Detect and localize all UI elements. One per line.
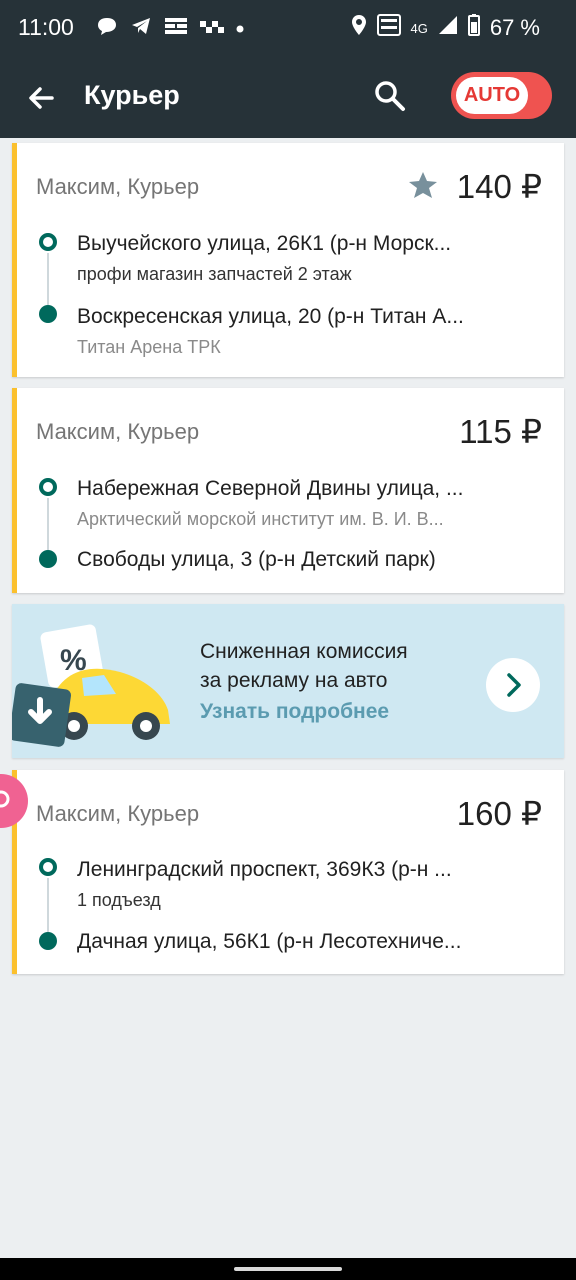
promo-banner[interactable]: % Сниженная комиссия за рекламу на авто … [12, 604, 564, 758]
pickup-address: Ленинградский проспект, 369К3 (р-н ... [77, 858, 452, 881]
battery-icon [467, 14, 480, 42]
search-icon [375, 81, 405, 111]
status-time: 11:00 [18, 14, 74, 40]
promo-open-button[interactable] [486, 658, 540, 712]
dropoff-marker [39, 932, 57, 950]
chat-icon [96, 16, 118, 41]
customer-name: Максим, Курьер [36, 419, 200, 444]
pickup-address: Набережная Северной Двины улица, ... [77, 477, 464, 500]
order-card[interactable]: Максим, Курьер 140 ₽ Выучейского улица, … [12, 143, 564, 377]
pickup-note: профи магазин запчастей 2 этаж [77, 264, 352, 284]
pickup-marker [39, 478, 57, 496]
status-bar: 11:00 4G 67 % [0, 0, 576, 56]
chevron-right-icon [507, 673, 521, 697]
order-price: 140 ₽ [456, 168, 542, 205]
battery-percent: 67 % [489, 15, 540, 40]
order-price: 160 ₽ [456, 795, 542, 832]
dropoff-marker [39, 305, 57, 323]
car-ad-illustration: % [12, 624, 170, 747]
location-icon [351, 14, 367, 42]
page-title: Курьер [84, 80, 180, 110]
search-icon [0, 790, 10, 808]
order-card[interactable]: Максим, Курьер 115 ₽ Набережная Северной… [12, 388, 564, 593]
signal-icon [438, 15, 458, 41]
pickup-marker [39, 858, 57, 876]
system-nav-bar [0, 1258, 576, 1280]
dropoff-address: Воскресенская улица, 20 (р-н Титан А... [77, 305, 464, 328]
app-bar: Курьер AUTO [0, 56, 576, 138]
system-icons: 4G 67 % [351, 14, 540, 42]
promo-title-line-1: Сниженная комиссия [200, 640, 408, 663]
customer-name: Максим, Курьер [36, 801, 200, 826]
order-card[interactable]: Максим, Курьер 160 ₽ Ленинградский просп… [12, 770, 564, 974]
side-search-button[interactable] [0, 774, 28, 828]
home-gesture-handle[interactable] [234, 1267, 342, 1271]
pickup-note: Арктический морской институт им. В. И. В… [77, 509, 444, 529]
route-line [47, 498, 49, 550]
auto-toggle-label: AUTO [456, 77, 528, 114]
arrow-left-icon [29, 87, 54, 109]
telegram-icon [130, 16, 152, 41]
promo-more-link[interactable]: Узнать подробнее [200, 700, 389, 724]
back-button[interactable] [22, 78, 62, 118]
grid-app-icon [164, 17, 188, 40]
pickup-address: Выучейского улица, 26К1 (р-н Морск... [77, 232, 452, 255]
dropoff-marker [39, 550, 57, 568]
route-line [47, 878, 49, 932]
dropoff-note: Титан Арена ТРК [77, 337, 221, 357]
pickup-note: 1 подъезд [77, 890, 161, 910]
auto-toggle[interactable]: AUTO [451, 72, 552, 119]
dot-icon [236, 20, 244, 38]
taxi-checker-icon [200, 20, 224, 38]
route-line [47, 253, 49, 305]
dropoff-address: Дачная улица, 56К1 (р-н Лесотехниче... [77, 930, 462, 953]
promo-title-line-2: за рекламу на авто [200, 669, 388, 692]
star-icon [409, 172, 437, 198]
dropoff-address: Свободы улица, 3 (р-н Детский парк) [77, 548, 436, 571]
order-price: 115 ₽ [459, 413, 542, 450]
notification-icons [96, 16, 244, 41]
search-button[interactable] [372, 78, 408, 114]
customer-name: Максим, Курьер [36, 174, 200, 199]
volte-icon [376, 14, 401, 42]
pickup-marker [39, 233, 57, 251]
network-type-label: 4G [410, 20, 428, 36]
